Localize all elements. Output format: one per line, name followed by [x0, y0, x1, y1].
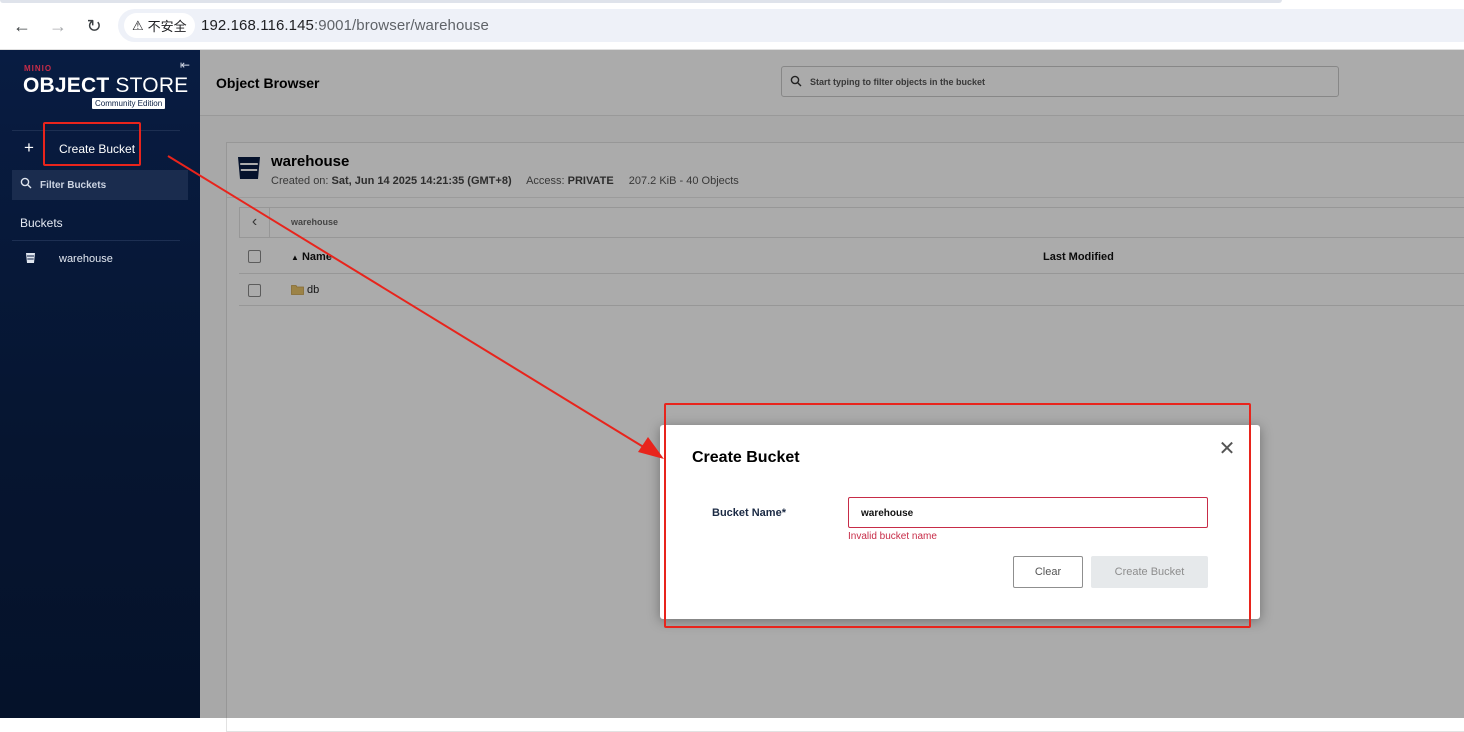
annotation-box-create-bucket	[43, 122, 141, 166]
reload-icon[interactable]: ↻	[82, 14, 106, 38]
annotation-box-dialog	[664, 403, 1251, 628]
logo-store: STORE	[109, 74, 189, 97]
security-label: 不安全	[147, 19, 187, 34]
divider	[12, 240, 180, 241]
logo-edition: Community Edition	[92, 98, 166, 109]
tab-strip	[0, 0, 1282, 3]
search-icon	[20, 177, 32, 189]
logo-product: OBJECT STORE	[23, 74, 188, 98]
logo-brand: MINIO	[24, 64, 53, 73]
sidebar-item-warehouse[interactable]: warehouse	[12, 246, 188, 272]
url-path: :9001/browser/warehouse	[314, 17, 489, 34]
address-bar[interactable]: ⚠ 不安全 192.168.116.145:9001/browser/wareh…	[118, 9, 1464, 42]
security-chip[interactable]: ⚠ 不安全	[124, 13, 195, 38]
filter-buckets-box[interactable]	[12, 170, 188, 200]
warning-icon: ⚠	[132, 17, 144, 33]
bucket-icon	[26, 253, 35, 263]
collapse-sidebar-icon[interactable]: ⇤	[180, 58, 190, 72]
plus-icon[interactable]: +	[24, 138, 34, 158]
browser-chrome: ← → ↻ ⚠ 不安全 192.168.116.145:9001/browser…	[0, 0, 1464, 50]
forward-arrow-icon[interactable]: →	[46, 14, 70, 38]
buckets-heading: Buckets	[20, 216, 63, 230]
sidebar-item-label: warehouse	[59, 253, 113, 265]
filter-buckets-input[interactable]	[40, 177, 180, 193]
back-arrow-icon[interactable]: ←	[10, 14, 34, 38]
url-host: 192.168.116.145	[201, 17, 314, 34]
url-text[interactable]: 192.168.116.145:9001/browser/warehouse	[201, 17, 489, 34]
logo-object: OBJECT	[23, 74, 110, 97]
